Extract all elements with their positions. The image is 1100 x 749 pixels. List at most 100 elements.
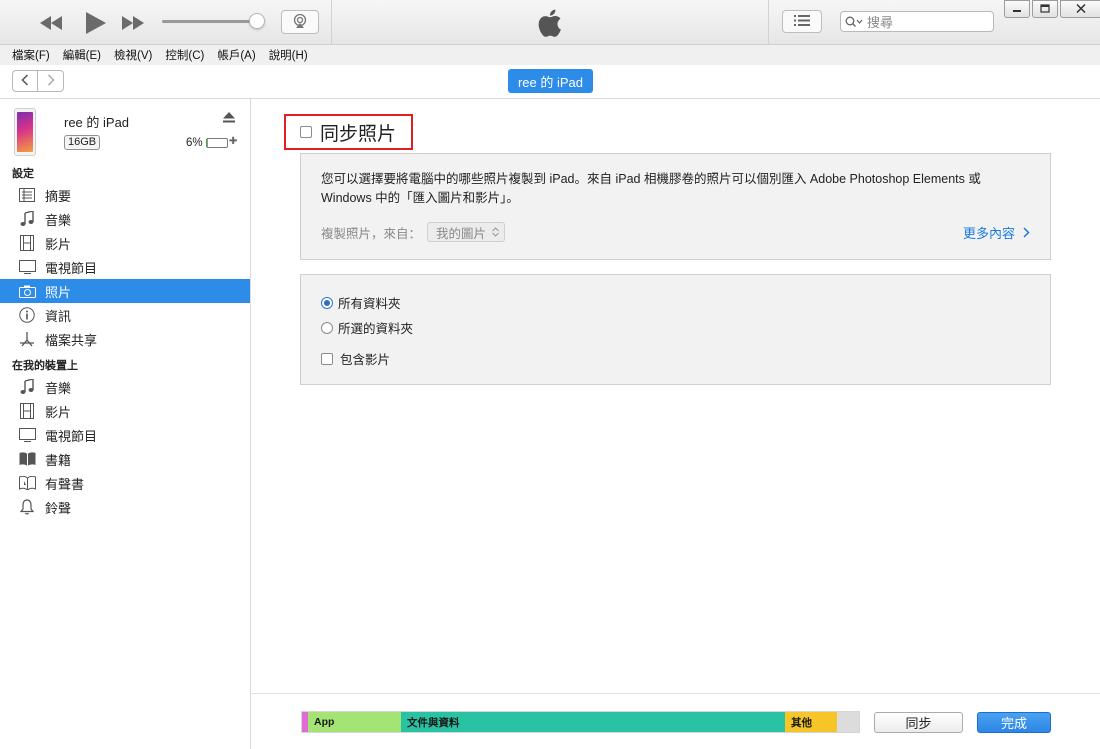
- search-box[interactable]: 搜尋: [840, 11, 994, 32]
- info-icon: [18, 306, 36, 324]
- window-controls: [1004, 0, 1100, 18]
- minimize-icon: [1012, 2, 1022, 16]
- sync-photos-checkbox[interactable]: [300, 126, 312, 138]
- sidebar-item-tv-shows[interactable]: 電視節目: [0, 255, 250, 279]
- music-icon: [18, 378, 36, 396]
- airplay-icon: [292, 13, 308, 31]
- photos-options-panel: 所有資料夾 所選的資料夾 包含影片: [300, 274, 1051, 385]
- sync-button[interactable]: 同步: [874, 712, 963, 733]
- storage-segment: App: [308, 712, 401, 732]
- sidebar-item-file-sharing[interactable]: 檔案共享: [0, 327, 250, 351]
- volume-slider[interactable]: [162, 20, 262, 23]
- sidebar-item-label: 資訊: [45, 308, 72, 324]
- copy-from-select[interactable]: 我的圖片: [427, 222, 506, 242]
- menu-help[interactable]: 說明(H): [269, 47, 308, 63]
- maximize-button[interactable]: [1032, 0, 1058, 18]
- copy-from-label: 複製照片，來自：: [321, 226, 422, 241]
- close-icon: [1076, 2, 1086, 16]
- select-chevron-icon: [492, 227, 499, 237]
- sidebar-item-device-books[interactable]: 書籍: [0, 447, 250, 471]
- camera-icon: [18, 282, 36, 300]
- forward-button[interactable]: [38, 70, 64, 92]
- device-name: ree 的 iPad: [64, 115, 130, 130]
- battery-percent: 6%: [186, 137, 203, 149]
- transport-controls: [38, 0, 146, 45]
- summary-icon: [18, 186, 36, 204]
- sidebar-item-device-music[interactable]: 音樂: [0, 375, 250, 399]
- chevron-right-icon: [1023, 225, 1030, 241]
- volume-knob[interactable]: [249, 13, 265, 29]
- option-label: 包含影片: [340, 353, 391, 367]
- sidebar-item-device-tones[interactable]: 鈴聲: [0, 495, 250, 519]
- book-icon: [18, 450, 36, 468]
- file-sharing-icon: [18, 330, 36, 348]
- close-button[interactable]: [1060, 0, 1100, 18]
- include-videos-checkbox[interactable]: [321, 352, 333, 365]
- airplay-button[interactable]: [281, 10, 319, 34]
- sidebar: ree 的 iPad 16GB 6% ✚ 設定 摘要 音樂 影片 電視節目 照片…: [0, 99, 251, 749]
- selected-folders-radio[interactable]: [321, 321, 333, 334]
- bell-icon: [18, 498, 36, 516]
- sidebar-item-label: 有聲書: [45, 476, 85, 492]
- chevron-left-icon: [21, 73, 29, 89]
- history-buttons: [12, 70, 64, 92]
- sidebar-item-music[interactable]: 音樂: [0, 207, 250, 231]
- chevron-right-icon: [47, 73, 55, 89]
- maximize-icon: [1040, 2, 1050, 16]
- sidebar-item-label: 音樂: [45, 380, 72, 396]
- audiobook-icon: [18, 474, 36, 492]
- menu-view[interactable]: 檢視(V): [114, 47, 152, 63]
- main-content: 同步照片 您可以選擇要將電腦中的哪些照片複製到 iPad。來自 iPad 相機膠…: [252, 99, 1100, 693]
- ipad-thumbnail-icon: [14, 108, 36, 156]
- option-selected-folders[interactable]: 所選的資料夾: [321, 318, 413, 337]
- photos-source-panel: 您可以選擇要將電腦中的哪些照片複製到 iPad。來自 iPad 相機膠卷的照片可…: [300, 153, 1051, 260]
- device-tab[interactable]: ree 的 iPad: [508, 69, 593, 93]
- all-folders-radio[interactable]: [321, 296, 333, 309]
- device-info: ree 的 iPad 16GB 6% ✚: [0, 99, 250, 163]
- back-button[interactable]: [12, 70, 38, 92]
- on-device-header: 在我的裝置上: [12, 360, 78, 372]
- player-bar: 搜尋: [0, 0, 1100, 45]
- menu-account[interactable]: 帳戶(A): [217, 47, 255, 63]
- sidebar-item-label: 影片: [45, 404, 72, 420]
- sidebar-item-device-tv-shows[interactable]: 電視節目: [0, 423, 250, 447]
- sidebar-item-label: 照片: [45, 284, 72, 300]
- sidebar-item-label: 影片: [45, 236, 72, 252]
- sidebar-item-label: 鈴聲: [45, 500, 72, 516]
- sidebar-item-device-audiobooks[interactable]: 有聲書: [0, 471, 250, 495]
- sidebar-item-info[interactable]: 資訊: [0, 303, 250, 327]
- option-all-folders[interactable]: 所有資料夾: [321, 293, 401, 312]
- sidebar-item-movies[interactable]: 影片: [0, 231, 250, 255]
- search-placeholder: 搜尋: [867, 15, 894, 30]
- menu-bar: 檔案(F) 編輯(E) 檢視(V) 控制(C) 帳戶(A) 說明(H): [0, 45, 1100, 65]
- music-icon: [18, 210, 36, 228]
- sidebar-item-label: 書籍: [45, 452, 72, 468]
- storage-segment: 文件與資料: [401, 712, 785, 732]
- more-info-link[interactable]: 更多內容: [963, 223, 1030, 242]
- list-icon: [794, 14, 810, 29]
- done-button[interactable]: 完成: [977, 712, 1051, 733]
- battery-icon: [206, 138, 228, 148]
- menu-controls[interactable]: 控制(C): [165, 47, 204, 63]
- option-include-videos[interactable]: 包含影片: [321, 349, 390, 368]
- menu-file[interactable]: 檔案(F): [12, 47, 50, 63]
- search-icon: [845, 16, 863, 28]
- settings-header: 設定: [12, 168, 34, 180]
- sync-photos-title: 同步照片: [320, 123, 397, 145]
- minimize-button[interactable]: [1004, 0, 1030, 18]
- menu-edit[interactable]: 編輯(E): [63, 47, 101, 63]
- sidebar-item-summary[interactable]: 摘要: [0, 183, 250, 207]
- sidebar-item-device-movies[interactable]: 影片: [0, 399, 250, 423]
- eject-icon[interactable]: [223, 112, 235, 126]
- storage-segment: [837, 712, 859, 732]
- tv-icon: [18, 258, 36, 276]
- fast-forward-icon[interactable]: [120, 15, 146, 30]
- play-icon[interactable]: [78, 11, 114, 34]
- sync-photos-header: 同步照片: [284, 114, 413, 150]
- storage-segment: 其他: [785, 712, 837, 732]
- sidebar-item-photos[interactable]: 照片: [0, 279, 250, 303]
- sync-description: 您可以選擇要將電腦中的哪些照片複製到 iPad。來自 iPad 相機膠卷的照片可…: [321, 172, 981, 205]
- up-next-button[interactable]: [782, 10, 822, 33]
- rewind-icon[interactable]: [38, 15, 64, 30]
- movie-icon: [18, 402, 36, 420]
